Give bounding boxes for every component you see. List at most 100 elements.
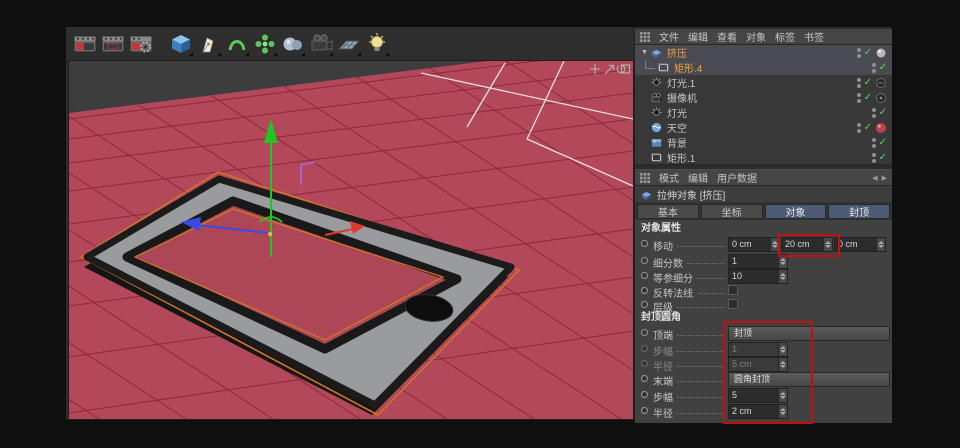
- object-row-background[interactable]: 背景 ✓: [635, 135, 892, 150]
- menu-bookmarks[interactable]: 书签: [804, 29, 824, 44]
- object-row-sky[interactable]: 天空 ✓: [635, 120, 892, 135]
- app-window: 文件 编辑 查看 对象 标签 书签 ▼ 挤压 ✓ 矩形.4 ✓: [66, 27, 891, 420]
- enable-check-icon[interactable]: ✓: [864, 123, 872, 133]
- spinner: [823, 238, 832, 251]
- render-settings-icon[interactable]: [128, 31, 154, 57]
- enable-check-icon[interactable]: ✓: [879, 153, 887, 163]
- object-label[interactable]: 灯光: [667, 105, 687, 120]
- property-row-fillet-steps: 步幅 5: [635, 387, 892, 403]
- object-row-extrude[interactable]: ▼ 挤压 ✓: [635, 45, 892, 60]
- visibility-dots[interactable]: [872, 138, 876, 148]
- menu-view[interactable]: 查看: [717, 29, 737, 44]
- cap-end-dropdown[interactable]: 圆角封顶: [728, 372, 890, 387]
- spline-tool-icon[interactable]: [224, 31, 250, 57]
- enable-check-icon[interactable]: ✓: [879, 63, 887, 73]
- menu-mode[interactable]: 模式: [659, 170, 679, 185]
- object-label[interactable]: 摄像机: [667, 90, 697, 105]
- keyframe-dot[interactable]: [641, 375, 648, 382]
- tab-coordinates[interactable]: 坐标: [701, 204, 763, 219]
- visibility-dots[interactable]: [857, 48, 861, 58]
- object-label[interactable]: 天空: [667, 120, 687, 135]
- visibility-dots[interactable]: [872, 153, 876, 163]
- move-x-field[interactable]: 0 cm: [728, 237, 780, 252]
- visibility-dots[interactable]: [857, 78, 861, 88]
- move-y-field[interactable]: 20 cm: [781, 237, 833, 252]
- hierarchy-checkbox[interactable]: [728, 299, 738, 309]
- extrude-icon: [650, 46, 665, 59]
- spinner: [778, 270, 787, 283]
- keyframe-dot[interactable]: [641, 257, 648, 264]
- menu-object[interactable]: 对象: [746, 29, 766, 44]
- keyframe-dot[interactable]: [641, 287, 648, 294]
- property-row-steps-disabled: 步幅 1: [635, 341, 892, 356]
- section-header-object-properties[interactable]: 对象属性: [635, 222, 892, 236]
- light-tool-icon[interactable]: [364, 31, 390, 57]
- object-row-camera[interactable]: 摄像机 ✓: [635, 90, 892, 105]
- move-z-field[interactable]: 0 cm: [834, 237, 886, 252]
- object-row-rectangle-1[interactable]: 矩形.1 ✓: [635, 150, 892, 165]
- enable-check-icon[interactable]: ✓: [864, 78, 872, 88]
- keyframe-dot[interactable]: [641, 407, 648, 414]
- enable-check-icon[interactable]: ✓: [879, 138, 887, 148]
- keyframe-dot[interactable]: [641, 391, 648, 398]
- subdivision-field[interactable]: 1: [728, 254, 788, 269]
- menu-tags[interactable]: 标签: [775, 29, 795, 44]
- render-view-icon[interactable]: [72, 31, 98, 57]
- metaball-tool-icon[interactable]: [280, 31, 306, 57]
- phong-tag-icon[interactable]: [875, 47, 887, 59]
- menu-file[interactable]: 文件: [659, 29, 679, 44]
- compositing-tag-icon[interactable]: [875, 92, 887, 104]
- floor-tool-icon[interactable]: [336, 31, 362, 57]
- render-region-icon[interactable]: [100, 31, 126, 57]
- object-row-light-1[interactable]: 灯光.1 ✓: [635, 75, 892, 90]
- panel-grid-icon[interactable]: [640, 173, 650, 183]
- fillet-steps-field[interactable]: 5: [728, 388, 788, 403]
- back-arrow-icon[interactable]: ◀: [872, 174, 877, 182]
- keyframe-dot[interactable]: [641, 329, 648, 336]
- object-label[interactable]: 矩形.4: [674, 60, 702, 75]
- menu-edit[interactable]: 编辑: [688, 29, 708, 44]
- forward-arrow-icon[interactable]: ▶: [882, 174, 887, 182]
- enable-check-icon[interactable]: ✓: [864, 48, 872, 58]
- spinner: [778, 358, 787, 371]
- flip-normals-checkbox[interactable]: [728, 285, 738, 295]
- tab-basic[interactable]: 基本: [637, 204, 699, 219]
- tab-object[interactable]: 对象: [765, 204, 827, 219]
- iso-subdivision-field[interactable]: 10: [728, 269, 788, 284]
- menu-user-data[interactable]: 用户数据: [717, 170, 757, 185]
- cap-start-dropdown[interactable]: 封顶: [728, 326, 890, 341]
- object-label[interactable]: 背景: [667, 135, 687, 150]
- material-tag-icon[interactable]: [875, 122, 887, 134]
- object-label[interactable]: 灯光.1: [667, 75, 695, 90]
- object-label[interactable]: 矩形.1: [667, 150, 695, 165]
- object-row-light[interactable]: 灯光 ✓: [635, 105, 892, 120]
- visibility-dots[interactable]: [857, 93, 861, 103]
- object-row-rectangle-4[interactable]: 矩形.4 ✓: [635, 60, 892, 75]
- keyframe-dot[interactable]: [641, 240, 648, 247]
- property-row-radius-disabled: 半径 5 cm: [635, 356, 892, 371]
- visibility-dots[interactable]: [872, 63, 876, 73]
- cap-steps-field: 1: [728, 342, 788, 357]
- rectangle-spline-icon: [657, 61, 672, 74]
- object-label[interactable]: 挤压: [667, 45, 687, 60]
- keyframe-dot[interactable]: [641, 272, 648, 279]
- viewport-3d[interactable]: [68, 60, 634, 420]
- pen-tool-icon[interactable]: [196, 31, 222, 57]
- panel-grid-icon[interactable]: [640, 32, 650, 42]
- visibility-dots[interactable]: [872, 108, 876, 118]
- array-tool-icon[interactable]: [252, 31, 278, 57]
- keyframe-dot[interactable]: [641, 301, 648, 308]
- section-header-caps[interactable]: 封顶圆角: [635, 311, 892, 325]
- enable-check-icon[interactable]: ✓: [864, 93, 872, 103]
- attribute-manager-menu: 模式 编辑 用户数据 ◀ ▶: [635, 170, 892, 186]
- camera-tool-icon[interactable]: [308, 31, 334, 57]
- property-label: 步幅: [653, 389, 673, 404]
- compositing-tag-icon[interactable]: [875, 77, 887, 89]
- cube-tool-icon[interactable]: [168, 31, 194, 57]
- enable-check-icon[interactable]: ✓: [879, 108, 887, 118]
- visibility-dots[interactable]: [857, 123, 861, 133]
- expand-arrow-icon[interactable]: ▼: [639, 49, 650, 56]
- menu-edit[interactable]: 编辑: [688, 170, 708, 185]
- tab-caps[interactable]: 封顶: [828, 204, 890, 219]
- fillet-radius-field[interactable]: 2 cm: [728, 404, 788, 419]
